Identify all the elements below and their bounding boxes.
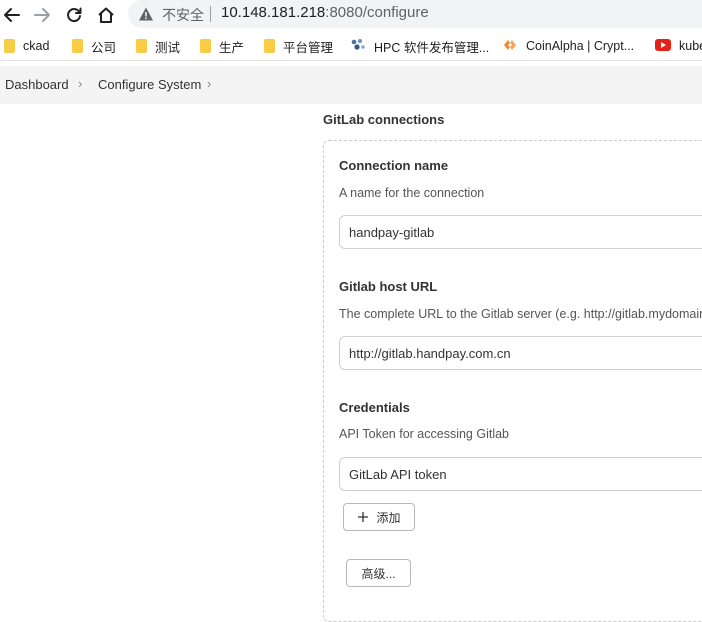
bookmarks-bar: ckad 公司 测试 生产 平台管理 HPC 软件发布管理... CoinAlp… <box>0 32 702 61</box>
arrow-right-icon <box>34 8 50 22</box>
connection-name-input[interactable] <box>339 215 702 249</box>
folder-icon <box>264 39 275 53</box>
breadcrumb: Dashboard › Configure System › <box>0 66 702 104</box>
folder-icon <box>136 39 147 53</box>
credentials-description: API Token for accessing Gitlab <box>339 427 509 441</box>
bookmark-company[interactable]: 公司 <box>72 37 116 55</box>
credentials-selected-value: GitLab API token <box>349 467 447 482</box>
breadcrumb-dashboard[interactable]: Dashboard <box>5 77 69 92</box>
home-icon <box>98 7 114 23</box>
url-host: 10.148.181.218 <box>221 4 326 21</box>
bookmark-hpc[interactable]: HPC 软件发布管理... <box>350 37 489 55</box>
address-bar[interactable]: 不安全 10.148.181.218:8080/configure <box>128 0 702 28</box>
folder-icon <box>72 39 83 53</box>
hpc-icon <box>350 38 366 55</box>
host-url-label: Gitlab host URL <box>339 279 438 294</box>
reload-button[interactable] <box>62 3 86 27</box>
url-path: :8080/configure <box>325 4 429 21</box>
bookmark-coinalpha[interactable]: CoinAlpha | Crypt... <box>502 37 634 55</box>
coinalpha-icon <box>502 38 518 55</box>
plus-icon <box>358 512 369 522</box>
security-label[interactable]: 不安全 <box>162 5 204 25</box>
url-text[interactable]: 10.148.181.218:8080/configure <box>221 4 429 21</box>
bookmark-label: HPC 软件发布管理... <box>374 40 490 55</box>
warning-icon <box>138 6 154 27</box>
chevron-right-icon[interactable]: › <box>207 76 211 91</box>
gitlab-connection-group <box>323 140 702 622</box>
folder-icon <box>200 39 211 53</box>
connection-name-label: Connection name <box>339 158 449 173</box>
bookmark-label: kube <box>679 39 702 53</box>
bookmark-label: 公司 <box>91 40 117 55</box>
host-url-input[interactable] <box>339 336 702 370</box>
bookmark-label: 平台管理 <box>283 40 334 55</box>
advanced-button[interactable]: 高级... <box>346 559 411 587</box>
folder-icon <box>4 39 15 53</box>
advanced-label: 高级... <box>361 566 396 581</box>
section-title: GitLab connections <box>323 112 445 127</box>
connection-name-description: A name for the connection <box>339 186 485 200</box>
back-button[interactable] <box>0 3 24 27</box>
breadcrumb-configure-system[interactable]: Configure System <box>98 77 201 92</box>
bookmark-test[interactable]: 测试 <box>136 37 180 55</box>
arrow-left-icon <box>4 8 20 22</box>
add-credentials-label: 添加 <box>376 510 401 525</box>
bookmark-platform[interactable]: 平台管理 <box>264 37 333 55</box>
add-credentials-button[interactable]: 添加 <box>343 503 415 531</box>
bookmark-kube[interactable]: kube <box>655 37 702 55</box>
credentials-label: Credentials <box>339 400 410 415</box>
bookmark-ckad[interactable]: ckad <box>4 37 49 55</box>
youtube-icon <box>655 38 671 54</box>
host-url-description: The complete URL to the Gitlab server (e… <box>339 307 702 321</box>
browser-toolbar: 不安全 10.148.181.218:8080/configure <box>0 0 702 30</box>
bookmark-label: 生产 <box>219 40 245 55</box>
divider <box>210 6 211 22</box>
bookmark-label: CoinAlpha | Crypt... <box>526 39 635 53</box>
bookmark-label: 测试 <box>155 40 181 55</box>
bookmark-label: ckad <box>23 39 50 53</box>
credentials-select[interactable]: GitLab API token <box>339 457 702 491</box>
forward-button[interactable] <box>30 3 54 27</box>
chevron-right-icon[interactable]: › <box>78 76 82 91</box>
bookmark-production[interactable]: 生产 <box>200 37 244 55</box>
reload-icon <box>67 7 82 23</box>
home-button[interactable] <box>94 3 118 27</box>
